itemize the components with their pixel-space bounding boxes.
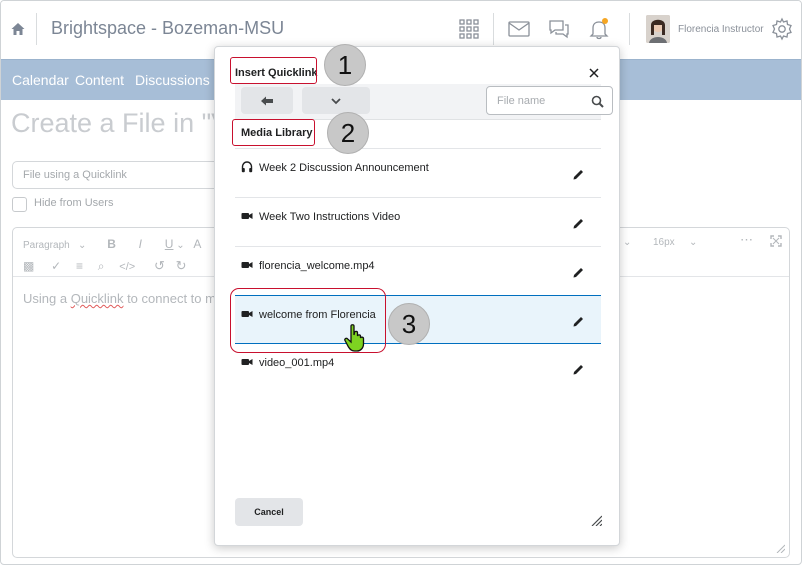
- pencil-icon[interactable]: [572, 168, 585, 181]
- pencil-icon[interactable]: [572, 363, 585, 376]
- video-camera-icon: [241, 262, 253, 268]
- chevron-down-icon[interactable]: ⌄: [176, 240, 184, 251]
- user-name[interactable]: Florencia Instructor: [678, 24, 764, 35]
- quicklink-field[interactable]: File using a Quicklink: [12, 161, 222, 189]
- list-item-label: Week Two Instructions Video: [259, 211, 401, 223]
- dialog-toolbar: File name: [235, 84, 613, 120]
- back-button[interactable]: [241, 87, 293, 114]
- hide-from-users-checkbox[interactable]: [12, 197, 27, 212]
- more-options-icon[interactable]: ⋯: [740, 232, 753, 248]
- list-item-label: welcome from Florencia: [259, 309, 376, 321]
- media-list: Week 2 Discussion Announcement Week Two …: [235, 148, 601, 393]
- nav-item-content[interactable]: Content: [75, 72, 124, 88]
- editor-body-text: Using a Quicklink to connect to m: [23, 291, 216, 306]
- resize-handle-icon[interactable]: [775, 543, 785, 553]
- chevron-down-icon[interactable]: ⌄: [689, 237, 697, 248]
- editor-toolbar-row-2: ▩ ✓ ≡ ⌕ </> ↺ ↻: [23, 258, 187, 274]
- source-code-icon[interactable]: </>: [119, 261, 135, 273]
- nav-item-discussions[interactable]: Discussions: [135, 72, 210, 88]
- find-replace-icon[interactable]: ⌕: [98, 259, 105, 273]
- insert-quicklink-dialog: Insert Quicklink File name Media Library…: [214, 46, 620, 546]
- chevron-down-icon: [331, 97, 341, 104]
- waffle-grid-icon[interactable]: [457, 17, 481, 41]
- callout-step-2: 2: [327, 112, 369, 154]
- header-divider: [36, 13, 37, 45]
- section-title[interactable]: Media Library: [241, 127, 313, 139]
- chevron-down-icon[interactable]: ⌄: [623, 237, 631, 248]
- list-item-label: Week 2 Discussion Announcement: [259, 162, 429, 174]
- spellcheck-icon[interactable]: ✓: [51, 259, 61, 273]
- line-spacing-icon[interactable]: ≡: [76, 259, 83, 273]
- chat-bubbles-icon[interactable]: [547, 17, 571, 41]
- pencil-icon[interactable]: [572, 217, 585, 230]
- app-window: Brightspace - Bozeman-MSU Florencia Inst…: [0, 0, 802, 565]
- bold-icon[interactable]: B: [107, 237, 116, 251]
- undo-icon[interactable]: ↺: [154, 258, 165, 273]
- file-name-search[interactable]: File name: [486, 86, 613, 115]
- list-item-label: video_001.mp4: [259, 357, 335, 369]
- pencil-icon[interactable]: [572, 315, 585, 328]
- list-item[interactable]: video_001.mp4: [235, 344, 601, 393]
- page-title: Create a File in "V: [11, 108, 230, 138]
- format-painter-icon[interactable]: ▩: [23, 259, 34, 273]
- font-style-icon[interactable]: A: [193, 237, 201, 251]
- close-icon[interactable]: [588, 67, 600, 79]
- mail-icon[interactable]: [507, 17, 531, 41]
- quicklink-placeholder: File using a Quicklink: [23, 169, 127, 181]
- pencil-icon[interactable]: [572, 266, 585, 279]
- misspelled-word: Quicklink: [70, 291, 124, 306]
- format-dropdown[interactable]: Paragraph: [23, 240, 70, 251]
- callout-step-3: 3: [388, 303, 430, 345]
- list-item[interactable]: florencia_welcome.mp4: [235, 246, 601, 295]
- hide-from-users-label: Hide from Users: [34, 197, 114, 209]
- list-item[interactable]: Week Two Instructions Video: [235, 197, 601, 246]
- dialog-title: Insert Quicklink: [235, 67, 318, 79]
- arrow-left-icon: [261, 96, 273, 105]
- list-item-label: florencia_welcome.mp4: [259, 260, 375, 272]
- headphones-icon: [241, 161, 253, 173]
- italic-icon[interactable]: I: [139, 237, 142, 251]
- video-camera-icon: [241, 311, 253, 317]
- callout-step-1: 1: [324, 44, 366, 86]
- font-size-dropdown[interactable]: 16px: [653, 237, 675, 248]
- home-icon[interactable]: [10, 21, 26, 37]
- org-title[interactable]: Brightspace - Bozeman-MSU: [51, 18, 284, 39]
- gear-icon[interactable]: [770, 17, 794, 41]
- search-icon[interactable]: [591, 95, 604, 108]
- cancel-button[interactable]: Cancel: [235, 498, 303, 526]
- hand-pointer-cursor-icon: [344, 324, 365, 352]
- video-camera-icon: [241, 213, 253, 219]
- editor-toolbar-row-1: Paragraph ⌄ B I U ⌄ A: [23, 237, 201, 251]
- avatar[interactable]: [646, 15, 670, 43]
- source-dropdown-button[interactable]: [302, 87, 370, 114]
- nav-item-calendar[interactable]: Calendar: [12, 72, 69, 88]
- chevron-down-icon[interactable]: ⌄: [72, 240, 86, 251]
- editor-text-part: to connect to m: [123, 291, 216, 306]
- fullscreen-icon[interactable]: [770, 235, 782, 247]
- list-item[interactable]: Week 2 Discussion Announcement: [235, 148, 601, 197]
- search-placeholder: File name: [497, 95, 546, 107]
- underline-icon[interactable]: U: [165, 237, 174, 251]
- video-camera-icon: [241, 359, 253, 365]
- redo-icon[interactable]: ↻: [176, 258, 187, 273]
- header-divider: [629, 13, 630, 45]
- bell-icon[interactable]: [587, 17, 611, 41]
- editor-text-part: Using a: [23, 291, 71, 306]
- resize-handle-icon[interactable]: [591, 515, 602, 526]
- header-divider: [493, 13, 494, 45]
